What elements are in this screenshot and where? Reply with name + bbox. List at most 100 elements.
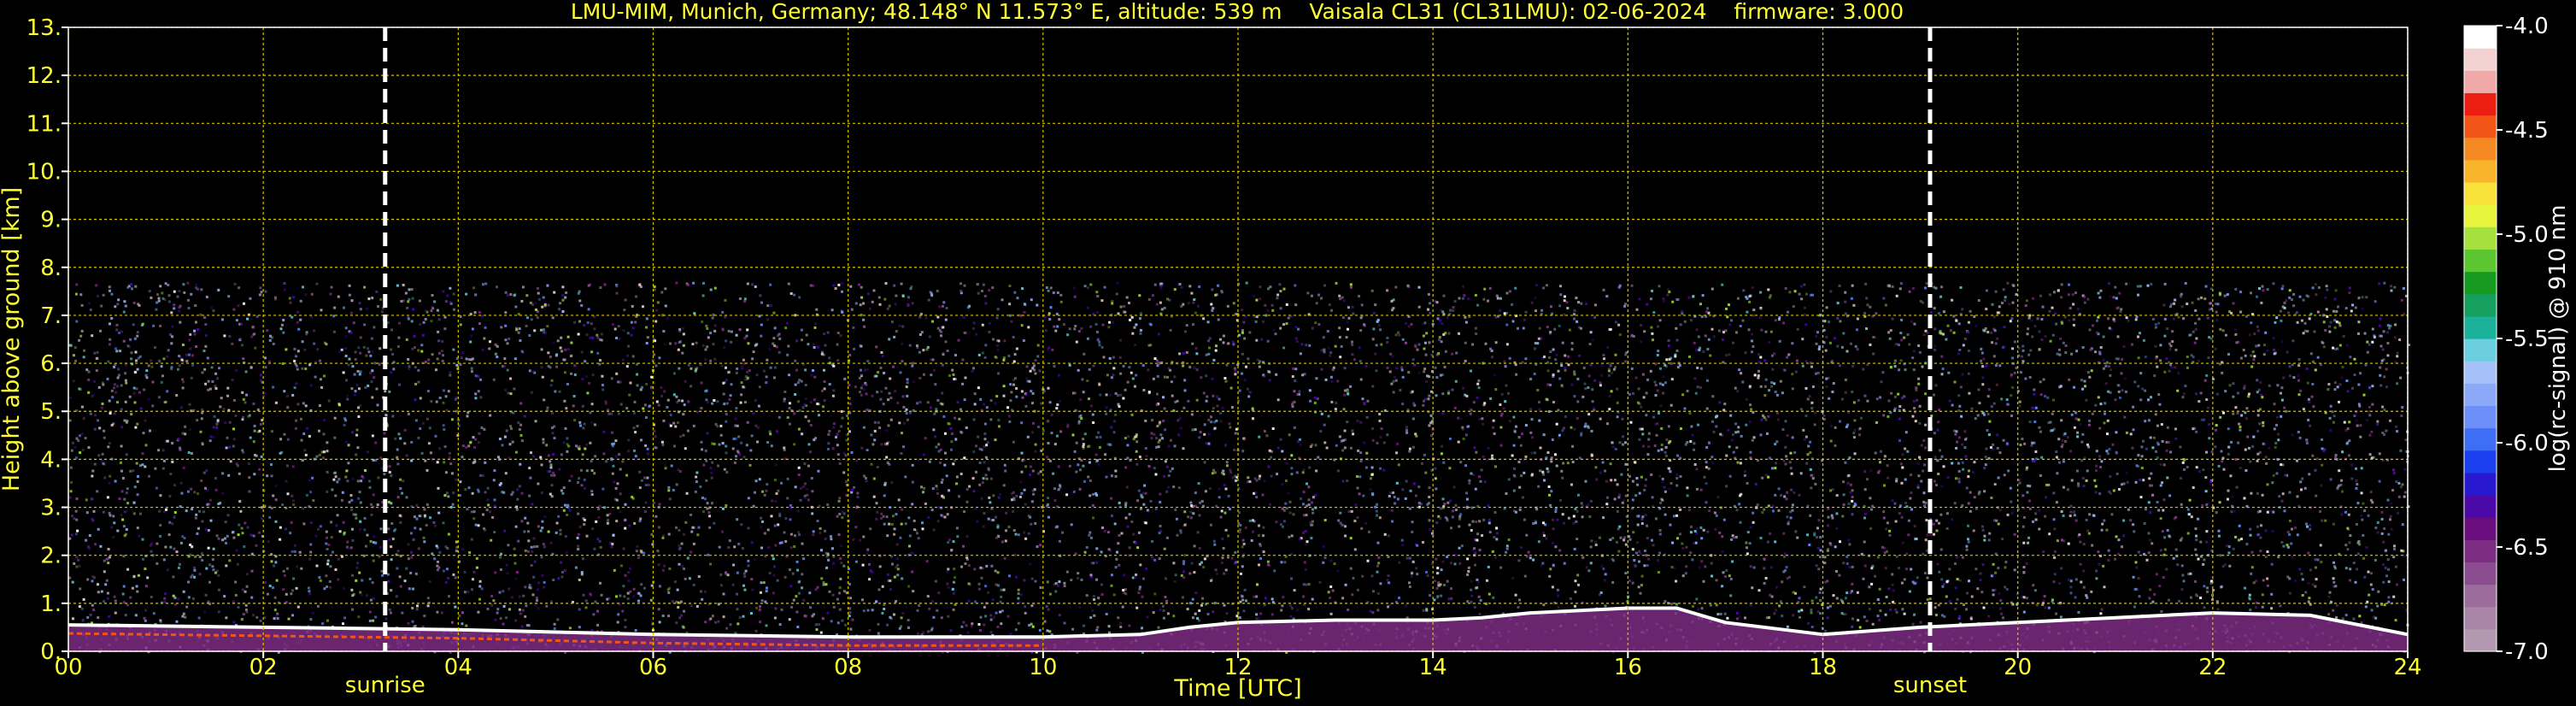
noise-point: [1494, 315, 1498, 319]
noise-point: [536, 286, 539, 290]
noise-point: [836, 343, 839, 346]
noise-point: [468, 551, 472, 554]
noise-point: [2041, 305, 2045, 309]
noise-point: [1153, 467, 1156, 470]
noise-point: [1207, 418, 1211, 421]
noise-point: [622, 585, 625, 588]
noise-point: [1783, 552, 1787, 556]
noise-point: [1302, 595, 1306, 598]
noise-point: [2399, 449, 2403, 452]
noise-point: [831, 394, 835, 397]
noise-point: [2062, 460, 2065, 463]
noise-point: [1910, 320, 1913, 323]
noise-point: [988, 331, 991, 333]
noise-point: [2055, 450, 2058, 454]
noise-point: [913, 528, 916, 532]
noise-point: [1128, 302, 1130, 304]
noise-point: [619, 468, 622, 471]
noise-point: [1468, 523, 1471, 527]
noise-point: [2047, 421, 2051, 425]
noise-point: [952, 591, 955, 595]
noise-point: [75, 518, 79, 521]
noise-point: [2368, 453, 2372, 456]
noise-point: [1423, 341, 1427, 344]
noise-point: [1441, 392, 1445, 396]
noise-point: [1329, 559, 1333, 562]
noise-point: [131, 586, 134, 590]
noise-point: [1023, 488, 1026, 491]
noise-point: [928, 460, 931, 463]
noise-point: [1875, 397, 1879, 401]
noise-point: [927, 515, 930, 519]
noise-point: [1435, 557, 1438, 561]
noise-point: [150, 359, 153, 362]
noise-point: [1221, 537, 1224, 540]
noise-point: [1937, 473, 1940, 475]
noise-point: [2280, 391, 2282, 395]
noise-point: [1161, 604, 1165, 608]
noise-point: [2166, 327, 2169, 331]
noise-point: [935, 408, 938, 410]
noise-point: [370, 380, 373, 384]
noise-point: [861, 598, 864, 602]
noise-point: [465, 292, 468, 296]
noise-point: [2363, 332, 2367, 335]
noise-point: [564, 427, 567, 430]
noise-point: [674, 425, 678, 428]
noise-point: [1512, 509, 1516, 513]
noise-point: [1343, 429, 1347, 432]
noise-point: [2234, 332, 2238, 336]
noise-point: [110, 526, 114, 529]
noise-point: [81, 449, 85, 451]
noise-point: [358, 302, 361, 305]
noise-point: [1488, 286, 1492, 290]
noise-point: [1958, 579, 1962, 582]
noise-point: [232, 427, 235, 431]
noise-point: [2393, 547, 2396, 550]
noise-point: [2396, 355, 2399, 358]
noise-point: [860, 386, 863, 390]
noise-point: [1998, 305, 2001, 309]
noise-point: [2249, 533, 2252, 537]
noise-point: [602, 431, 606, 433]
noise-point: [2291, 556, 2294, 559]
noise-point: [2006, 281, 2010, 285]
noise-point: [893, 532, 896, 536]
noise-point: [1924, 286, 1927, 290]
noise-point: [853, 347, 855, 350]
noise-point: [1573, 313, 1576, 316]
noise-point: [1957, 394, 1961, 397]
noise-point: [1356, 486, 1359, 490]
noise-point: [738, 297, 742, 300]
noise-point: [2332, 421, 2335, 424]
noise-point: [1404, 497, 1407, 500]
noise-point: [1575, 520, 1578, 523]
noise-point: [1722, 518, 1726, 521]
noise-point: [2264, 331, 2268, 334]
noise-point: [501, 444, 504, 447]
noise-point: [1359, 421, 1363, 424]
noise-point: [823, 368, 825, 372]
noise-point: [437, 560, 439, 563]
noise-point: [1411, 445, 1415, 449]
noise-point: [2365, 546, 2368, 550]
noise-point: [738, 616, 742, 619]
noise-point: [193, 329, 196, 332]
noise-point: [136, 590, 139, 593]
noise-point: [2133, 380, 2137, 384]
noise-point: [1521, 432, 1523, 436]
noise-point: [1671, 300, 1675, 303]
noise-point: [1546, 383, 1550, 386]
noise-point: [1865, 297, 1869, 300]
noise-point: [1933, 344, 1937, 348]
noise-point: [957, 338, 960, 342]
noise-point: [583, 478, 586, 481]
noise-point: [1505, 492, 1508, 495]
noise-point: [1317, 323, 1321, 326]
noise-point: [705, 479, 708, 482]
noise-point: [905, 385, 908, 389]
noise-point: [233, 282, 237, 285]
noise-point: [1587, 503, 1590, 506]
noise-point: [989, 618, 993, 621]
noise-point: [2349, 568, 2352, 571]
